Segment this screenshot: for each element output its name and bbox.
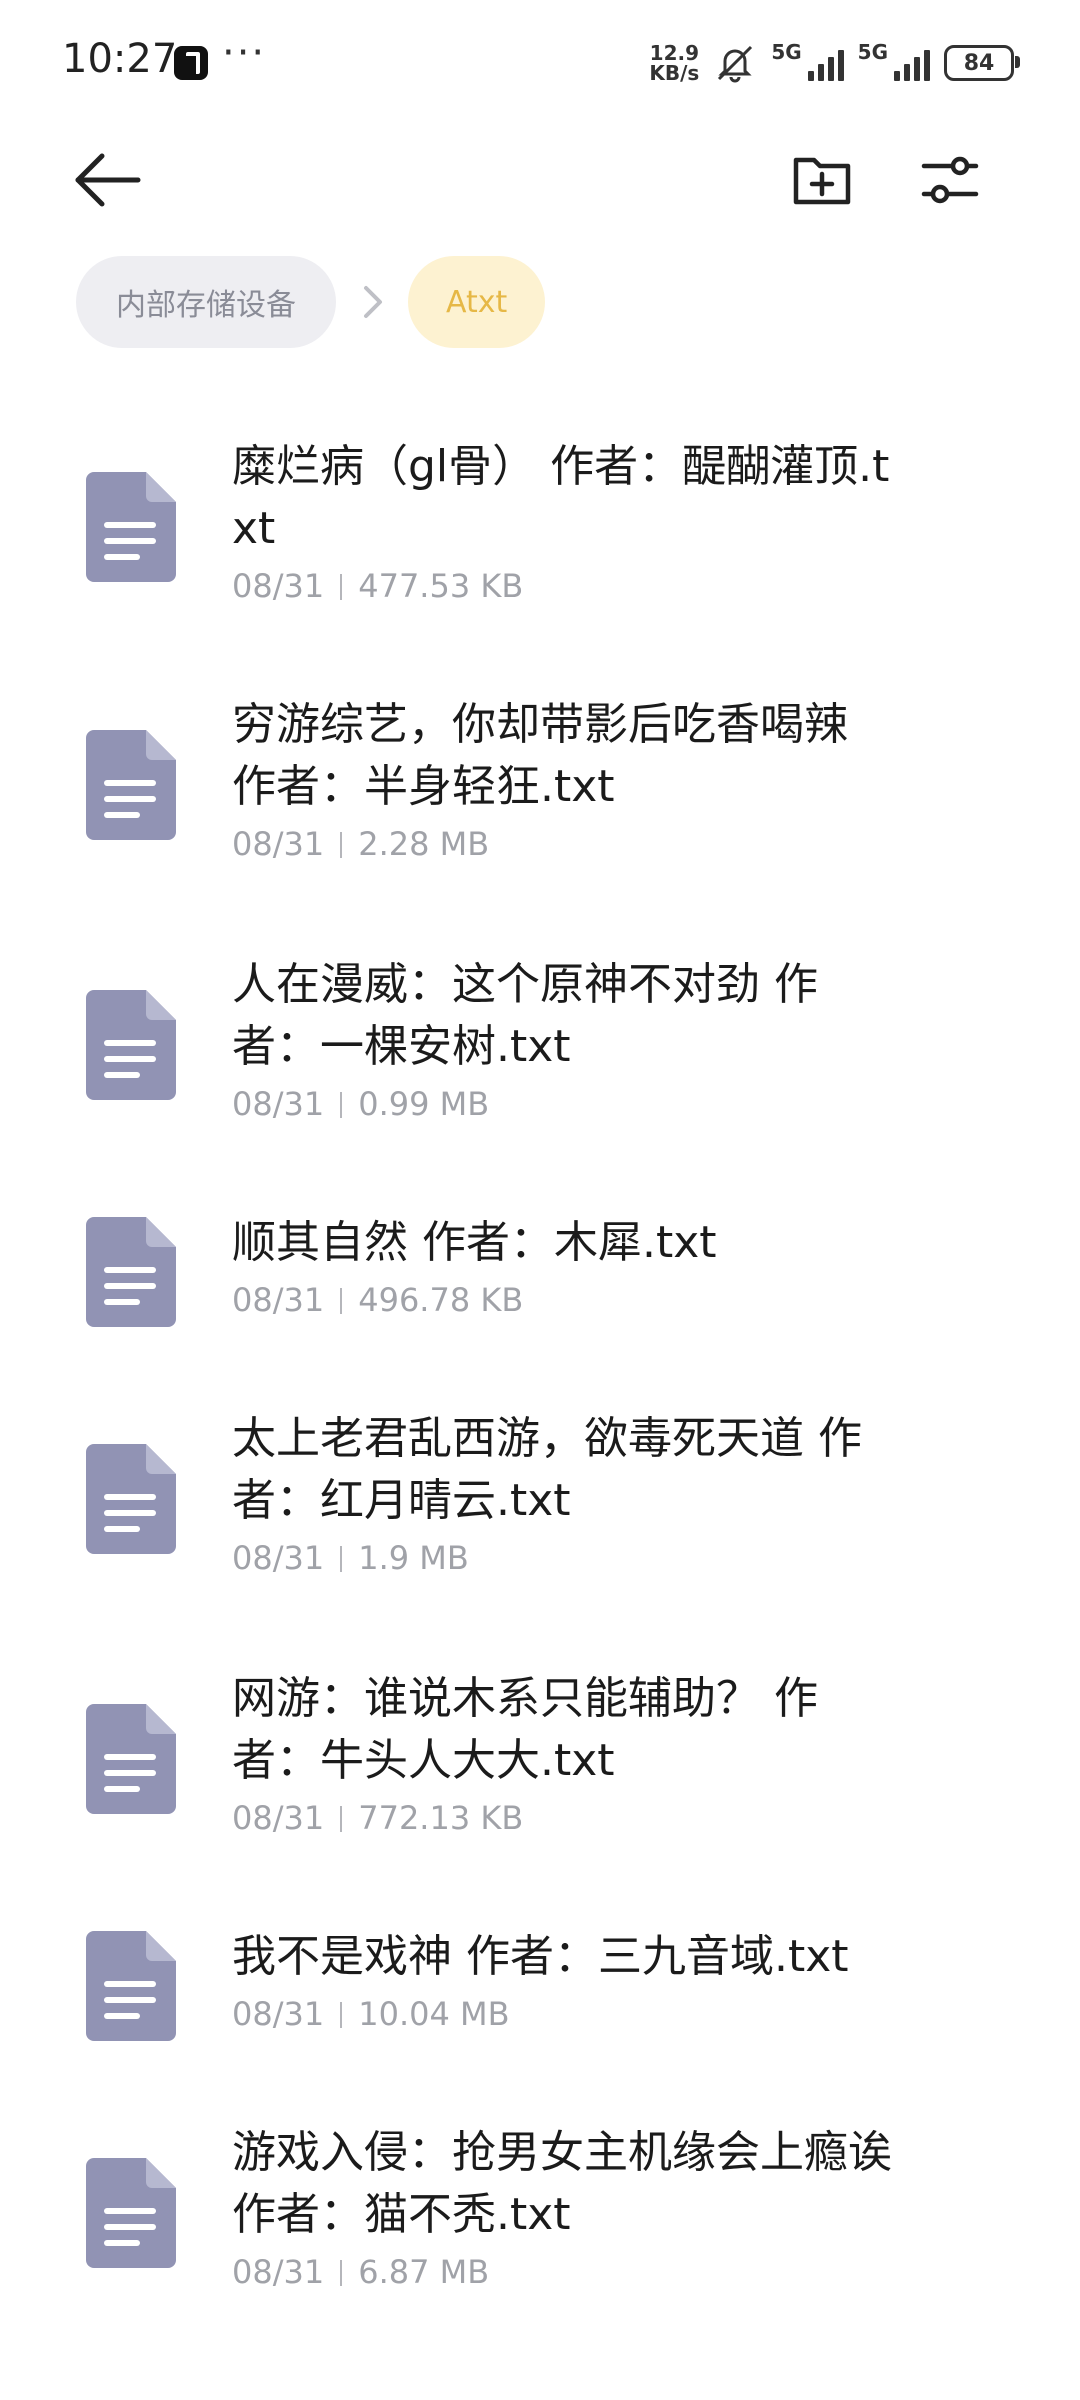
file-size: 772.13 KB	[358, 1799, 524, 1837]
file-size: 1.9 MB	[358, 1539, 469, 1577]
file-date: 08/31	[232, 825, 325, 863]
file-list-item[interactable]: 我不是戏神 作者：三九音域.txt 08/31 10.04 MB	[0, 1906, 1080, 2060]
mute-bell-icon	[718, 45, 753, 83]
file-text: 网游：谁说木系只能辅助？ 作者：牛头人大大.txt 08/31 772.13 KB	[232, 1668, 892, 1842]
file-list-item[interactable]: 游戏入侵：抢男女主机缘会上瘾诶 作者：猫不秃.txt 08/31 6.87 MB	[0, 2102, 1080, 2316]
signal-icon-1	[807, 45, 844, 81]
file-list-item[interactable]: 网游：谁说木系只能辅助？ 作者：牛头人大大.txt 08/31 772.13 KB	[0, 1648, 1080, 1862]
file-size: 2.28 MB	[358, 825, 490, 863]
file-list-item[interactable]: 太上老君乱西游，欲毒死天道 作者：红月晴云.txt 08/31 1.9 MB	[0, 1388, 1080, 1602]
file-list-item[interactable]: 顺其自然 作者：木犀.txt 08/31 496.78 KB	[0, 1192, 1080, 1346]
file-name: 游戏入侵：抢男女主机缘会上瘾诶 作者：猫不秃.txt	[232, 2127, 892, 2240]
meta-divider	[340, 1092, 343, 1118]
network-speed-value: 12.9	[649, 41, 700, 65]
file-date: 08/31	[232, 1085, 325, 1123]
text-file-icon	[86, 472, 176, 582]
meta-divider	[340, 2002, 343, 2028]
meta-divider	[340, 574, 343, 600]
file-size: 496.78 KB	[358, 1281, 524, 1319]
tiktok-notification-icon	[174, 46, 208, 80]
breadcrumb-current[interactable]: Atxt	[408, 256, 546, 348]
file-name: 太上老君乱西游，欲毒死天道 作者：红月晴云.txt	[232, 1413, 862, 1526]
chevron-right-icon	[364, 286, 382, 318]
file-size: 6.87 MB	[358, 2253, 490, 2291]
meta-divider	[340, 1288, 343, 1314]
file-text: 糜烂病（gl骨） 作者：醍醐灌顶.txt 08/31 477.53 KB	[232, 436, 892, 610]
meta-divider	[340, 832, 343, 858]
file-date: 08/31	[232, 1539, 325, 1577]
status-bar: 10:27 ··· 12.9 KB/s 5G 5G 84	[0, 0, 1080, 120]
battery-icon: 84	[944, 45, 1020, 81]
meta-divider	[340, 1546, 343, 1572]
file-meta: 08/31 772.13 KB	[232, 1794, 892, 1842]
file-date: 08/31	[232, 1799, 325, 1837]
text-file-icon	[86, 1931, 176, 2041]
text-file-icon	[86, 1444, 176, 1554]
file-size: 10.04 MB	[358, 1995, 510, 2033]
file-date: 08/31	[232, 1995, 325, 2033]
breadcrumb: 内部存储设备 Atxt	[76, 256, 546, 348]
meta-divider	[340, 2260, 343, 2286]
file-text: 穷游综艺，你却带影后吃香喝辣 作者：半身轻狂.txt 08/31 2.28 MB	[232, 694, 892, 868]
network-type-2: 5G	[857, 40, 888, 64]
file-list-item[interactable]: 穷游综艺，你却带影后吃香喝辣 作者：半身轻狂.txt 08/31 2.28 MB	[0, 674, 1080, 888]
file-meta: 08/31 477.53 KB	[232, 562, 892, 610]
file-name: 穷游综艺，你却带影后吃香喝辣 作者：半身轻狂.txt	[232, 699, 848, 812]
file-text: 太上老君乱西游，欲毒死天道 作者：红月晴云.txt 08/31 1.9 MB	[232, 1408, 892, 1582]
arrow-left-icon[interactable]	[72, 150, 144, 210]
file-meta: 08/31 2.28 MB	[232, 820, 892, 868]
file-size: 0.99 MB	[358, 1085, 490, 1123]
folder-plus-icon[interactable]	[790, 148, 854, 212]
text-file-icon	[86, 730, 176, 840]
file-list-item[interactable]: 糜烂病（gl骨） 作者：醍醐灌顶.txt 08/31 477.53 KB	[0, 416, 1080, 630]
status-indicators: 12.9 KB/s 5G 5G 84	[649, 40, 1020, 86]
text-file-icon	[86, 1704, 176, 1814]
file-date: 08/31	[232, 567, 325, 605]
breadcrumb-root[interactable]: 内部存储设备	[76, 256, 336, 348]
file-name: 网游：谁说木系只能辅助？ 作者：牛头人大大.txt	[232, 1673, 818, 1786]
file-text: 人在漫威：这个原神不对劲 作者：一棵安树.txt 08/31 0.99 MB	[232, 954, 892, 1128]
file-name: 人在漫威：这个原神不对劲 作者：一棵安树.txt	[232, 959, 818, 1072]
file-date: 08/31	[232, 1281, 325, 1319]
file-list-item[interactable]: 人在漫威：这个原神不对劲 作者：一棵安树.txt 08/31 0.99 MB	[0, 934, 1080, 1148]
sliders-icon[interactable]	[918, 148, 982, 212]
status-time: 10:27	[62, 36, 178, 82]
file-text: 我不是戏神 作者：三九音域.txt 08/31 10.04 MB	[232, 1926, 892, 2038]
network-speed: 12.9 KB/s	[649, 43, 699, 83]
file-name: 我不是戏神 作者：三九音域.txt	[232, 1931, 849, 1982]
network-speed-unit: KB/s	[649, 61, 700, 85]
network-type-1: 5G	[771, 40, 802, 64]
battery-level: 84	[963, 50, 995, 76]
text-file-icon	[86, 990, 176, 1100]
file-meta: 08/31 6.87 MB	[232, 2248, 892, 2296]
file-list[interactable]: 08/315.01 MB糜烂病（gl骨） 作者：醍醐灌顶.txt08/31477…	[0, 356, 1080, 2400]
text-file-icon	[86, 1217, 176, 1327]
more-notifications-icon: ···	[222, 30, 267, 76]
file-name: 顺其自然 作者：木犀.txt	[232, 1217, 717, 1268]
file-date: 08/31	[232, 2253, 325, 2291]
file-meta: 08/31 1.9 MB	[232, 1534, 892, 1582]
file-meta: 08/31 10.04 MB	[232, 1990, 892, 2038]
file-size: 477.53 KB	[358, 567, 524, 605]
file-text: 顺其自然 作者：木犀.txt 08/31 496.78 KB	[232, 1212, 892, 1324]
file-meta: 08/31 0.99 MB	[232, 1080, 892, 1128]
file-meta: 08/31 496.78 KB	[232, 1276, 892, 1324]
file-text: 游戏入侵：抢男女主机缘会上瘾诶 作者：猫不秃.txt 08/31 6.87 MB	[232, 2122, 892, 2296]
text-file-icon	[86, 2158, 176, 2268]
meta-divider	[340, 1806, 343, 1832]
file-name: 糜烂病（gl骨） 作者：醍醐灌顶.txt	[232, 441, 890, 554]
signal-icon-2	[894, 45, 930, 81]
